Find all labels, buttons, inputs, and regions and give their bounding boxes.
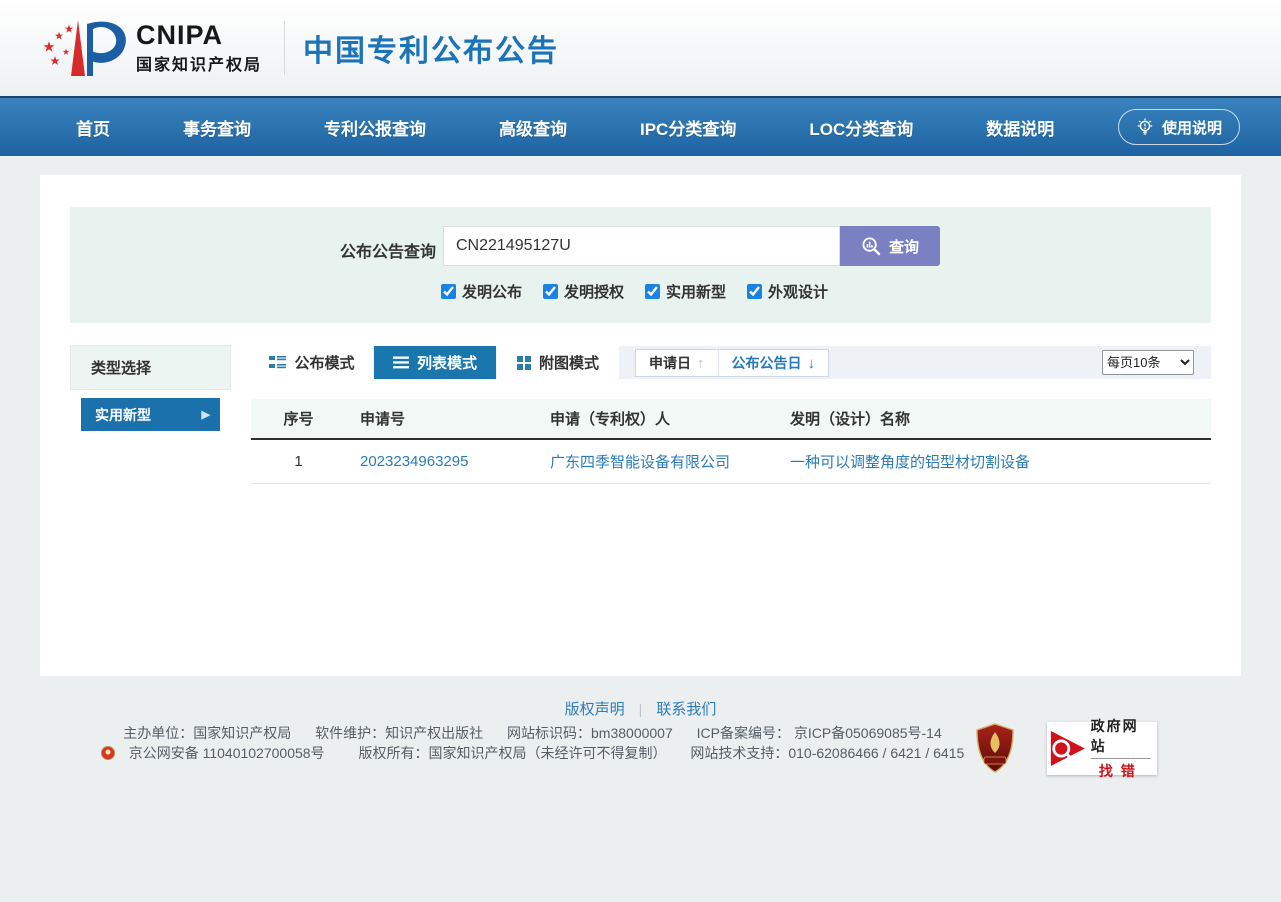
- nav-item-data-notes[interactable]: 数据说明: [986, 115, 1054, 140]
- copyright-statement-link[interactable]: 版权声明: [565, 698, 625, 719]
- footer-copyright-owner: 版权所有：国家知识产权局（未经许可不得复制）: [358, 745, 666, 761]
- gov-badge-line2: 找错: [1091, 759, 1151, 781]
- gov-website-error-report-badge[interactable]: 政府网站 找错: [1047, 722, 1157, 775]
- nav-list: 首页 事务查询 专利公报查询 高级查询 IPC分类查询 LOC分类查询 数据说明: [76, 98, 1054, 156]
- checkbox-design: 外观设计: [747, 281, 828, 302]
- col-header-application-number: 申请号: [346, 399, 536, 439]
- type-checkboxes: 发明公布 发明授权 实用新型 外观设计: [441, 281, 828, 302]
- tab-publication-mode[interactable]: 公布模式: [251, 346, 373, 379]
- usage-help-button[interactable]: 使用说明: [1118, 109, 1240, 145]
- search-input[interactable]: [443, 226, 840, 266]
- search-button-label: 查询: [889, 236, 919, 257]
- brand-text: CNIPA 国家知识产权局: [136, 21, 262, 75]
- sort-controls: 申请日 ↑ 公布公告日 ↓: [635, 349, 829, 377]
- page: CNIPA 国家知识产权局 中国专利公布公告 首页 事务查询 专利公报查询 高级…: [0, 0, 1281, 902]
- sort-label: 申请日: [649, 353, 691, 373]
- grid-icon: [517, 356, 531, 370]
- main-card: 公布公告查询 查询 发明公布 发明授权: [40, 175, 1241, 676]
- footer-site-code: 网站标识码：bm38000007: [507, 725, 673, 741]
- police-badge-icon: [101, 746, 115, 760]
- application-number-link[interactable]: 2023234963295: [360, 453, 468, 470]
- page-size-select[interactable]: 每页10条: [1102, 350, 1194, 375]
- results-table: 序号 申请号 申请（专利权）人 发明（设计）名称 1 2023234963295…: [251, 399, 1211, 484]
- type-sidebar-title: 类型选择: [70, 345, 231, 390]
- sort-by-application-date[interactable]: 申请日 ↑: [636, 350, 718, 376]
- hamburger-list-icon: [393, 356, 409, 369]
- footer-icp-number: ICP备案编号： 京ICP备05069085号-14: [697, 725, 942, 741]
- col-header-applicant: 申请（专利权）人: [536, 399, 776, 439]
- arrow-up-icon: ↑: [697, 355, 705, 372]
- footer-links: 版权声明 | 联系我们: [0, 698, 1281, 719]
- site-header: CNIPA 国家知识产权局 中国专利公布公告: [0, 0, 1281, 96]
- arrow-down-icon: ↓: [808, 355, 816, 372]
- brand-en: CNIPA: [136, 21, 262, 49]
- nav-item-ipc-query[interactable]: IPC分类查询: [640, 115, 736, 140]
- nav-item-advanced-query[interactable]: 高级查询: [499, 115, 567, 140]
- invention-grant-checkbox[interactable]: [543, 284, 558, 299]
- invention-grant-label: 发明授权: [564, 281, 624, 302]
- error-finder-magnifier-icon: [1049, 726, 1089, 771]
- design-label: 外观设计: [768, 281, 828, 302]
- nav-item-loc-query[interactable]: LOC分类查询: [809, 115, 913, 140]
- footer-link-separator: |: [639, 701, 643, 717]
- usage-help-label: 使用说明: [1162, 117, 1222, 138]
- type-sidebar: 类型选择 实用新型 ▶: [70, 345, 231, 441]
- col-header-invention-title: 发明（设计）名称: [776, 399, 1211, 439]
- footer-maintainer: 软件维护：知识产权出版社: [315, 725, 483, 741]
- applicant-link[interactable]: 广东四季智能设备有限公司: [550, 454, 730, 471]
- checkbox-invention-publication: 发明公布: [441, 281, 522, 302]
- utility-model-checkbox[interactable]: [645, 284, 660, 299]
- search-label: 公布公告查询: [340, 238, 436, 262]
- brand-cn: 国家知识产权局: [136, 51, 262, 75]
- utility-model-label: 实用新型: [666, 281, 726, 302]
- design-checkbox[interactable]: [747, 284, 762, 299]
- col-header-index: 序号: [251, 399, 346, 439]
- chevron-right-icon: ▶: [202, 408, 210, 421]
- nav-item-affairs-query[interactable]: 事务查询: [183, 115, 251, 140]
- footer-line-2: 京公网安备 11040102700058号 版权所有：国家知识产权局（未经许可不…: [0, 743, 1065, 763]
- sort-by-publication-date[interactable]: 公布公告日 ↓: [718, 350, 829, 376]
- tab-label: 列表模式: [417, 352, 477, 373]
- sidebar-item-utility-model[interactable]: 实用新型 ▶: [81, 398, 220, 431]
- gov-badge-text: 政府网站 找错: [1091, 716, 1151, 781]
- main-nav: 首页 事务查询 专利公报查询 高级查询 IPC分类查询 LOC分类查询 数据说明…: [0, 96, 1281, 156]
- footer-beian: 京公网安备 11040102700058号: [101, 745, 335, 761]
- tab-figure-mode[interactable]: 附图模式: [497, 346, 619, 379]
- tab-list-mode[interactable]: 列表模式: [374, 346, 496, 379]
- site-title: 中国专利公布公告: [303, 26, 559, 70]
- checkbox-invention-grant: 发明授权: [543, 281, 624, 302]
- contact-us-link[interactable]: 联系我们: [656, 698, 716, 719]
- detail-list-icon: [269, 356, 286, 369]
- lightbulb-icon: [1136, 118, 1154, 136]
- row-index: 1: [251, 439, 346, 483]
- search-button[interactable]: 查询: [840, 226, 940, 266]
- gov-badge-line1: 政府网站: [1091, 716, 1151, 759]
- results-area: 公布模式 列表模式: [251, 346, 1211, 484]
- nav-item-home[interactable]: 首页: [76, 115, 110, 140]
- tab-label: 附图模式: [539, 352, 599, 373]
- invention-title-link[interactable]: 一种可以调整角度的铝型材切割设备: [790, 454, 1030, 471]
- tab-label: 公布模式: [294, 352, 354, 373]
- invention-publication-checkbox[interactable]: [441, 284, 456, 299]
- footer-tech-support: 网站技术支持：010-62086466 / 6421 / 6415: [690, 745, 964, 761]
- footer-line-1: 主办单位：国家知识产权局 软件维护：知识产权出版社 网站标识码：bm380000…: [0, 723, 1065, 743]
- sort-label: 公布公告日: [732, 353, 802, 373]
- magnifier-chart-icon: [861, 236, 881, 256]
- checkbox-utility-model: 实用新型: [645, 281, 726, 302]
- nav-item-gazette-query[interactable]: 专利公报查询: [324, 115, 426, 140]
- government-emblem-badge[interactable]: [973, 722, 1017, 774]
- footer-organizer: 主办单位：国家知识产权局: [123, 725, 291, 741]
- search-panel: 公布公告查询 查询 发明公布 发明授权: [70, 207, 1211, 323]
- invention-publication-label: 发明公布: [462, 281, 522, 302]
- type-sidebar-body: 实用新型 ▶: [70, 390, 231, 441]
- footer-beian-text: 京公网安备 11040102700058号: [129, 745, 325, 761]
- sidebar-item-label: 实用新型: [95, 405, 151, 425]
- table-header-row: 序号 申请号 申请（专利权）人 发明（设计）名称: [251, 399, 1211, 439]
- cnipa-logo: CNIPA 国家知识产权局: [40, 16, 262, 80]
- results-toolbar: 公布模式 列表模式: [251, 346, 1211, 379]
- table-row: 1 2023234963295 广东四季智能设备有限公司 一种可以调整角度的铝型…: [251, 439, 1211, 483]
- cnipa-logo-icon: [40, 16, 132, 80]
- header-divider: [284, 21, 285, 75]
